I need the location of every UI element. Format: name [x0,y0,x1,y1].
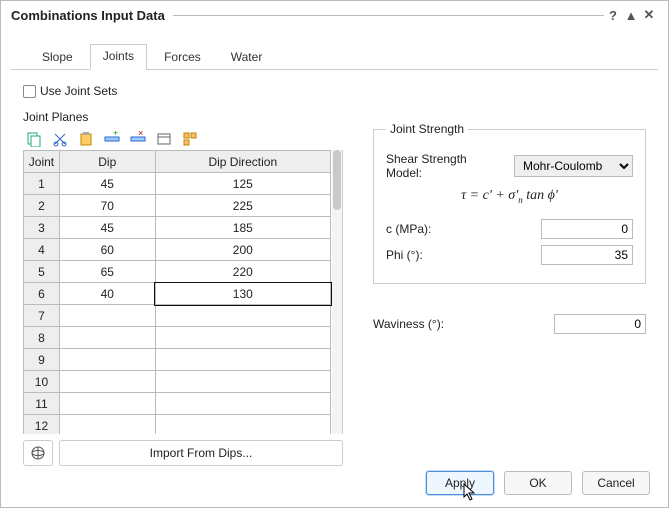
table-row[interactable]: 12 [24,415,331,435]
joint-planes-grid[interactable]: Joint Dip Dip Direction 1451252702253451… [23,150,343,434]
phi-input[interactable] [541,245,633,265]
cell-dip[interactable] [59,371,155,393]
cell-dip[interactable]: 45 [59,217,155,239]
paste-icon[interactable] [77,130,95,148]
cell-dip[interactable]: 65 [59,261,155,283]
table-row[interactable]: 270225 [24,195,331,217]
cell-dip-direction[interactable] [155,371,330,393]
table-row[interactable]: 10 [24,371,331,393]
tab-bar: Slope Joints Forces Water [11,25,658,70]
delete-row-icon[interactable]: × [129,130,147,148]
cell-dip-direction[interactable]: 185 [155,217,330,239]
table-row[interactable]: 9 [24,349,331,371]
table-row[interactable]: 565220 [24,261,331,283]
cell-dip[interactable] [59,327,155,349]
grid-toolbar: + × [23,128,343,150]
table-row[interactable]: 145125 [24,173,331,195]
svg-text:×: × [138,131,143,138]
row-header[interactable]: 10 [24,371,60,393]
row-header[interactable]: 12 [24,415,60,435]
row-header[interactable]: 6 [24,283,60,305]
cell-dip[interactable] [59,305,155,327]
joint-strength-legend: Joint Strength [386,122,468,136]
row-header[interactable]: 9 [24,349,60,371]
table-row[interactable]: 640130 [24,283,331,305]
insert-row-icon[interactable]: + [103,130,121,148]
dialog-buttons: Apply OK Cancel [426,471,650,495]
batch-icon[interactable] [181,130,199,148]
cell-dip-direction[interactable] [155,349,330,371]
dips-icon-button[interactable] [23,440,53,466]
tab-slope[interactable]: Slope [29,45,86,70]
cut-icon[interactable] [51,130,69,148]
waviness-label: Waviness (°): [373,317,546,331]
tab-forces[interactable]: Forces [151,45,214,70]
row-header[interactable]: 4 [24,239,60,261]
row-header[interactable]: 7 [24,305,60,327]
title-bar: Combinations Input Data ? ▲ ✕ [1,1,668,25]
cell-dip-direction[interactable] [155,327,330,349]
cell-dip-direction[interactable] [155,415,330,435]
joint-planes-label: Joint Planes [23,110,343,124]
use-joint-sets-checkbox[interactable]: Use Joint Sets [23,84,343,98]
apply-button[interactable]: Apply [426,471,494,495]
window-title: Combinations Input Data [11,8,173,23]
window-icon[interactable] [155,130,173,148]
row-header[interactable]: 8 [24,327,60,349]
table-row[interactable]: 11 [24,393,331,415]
cell-dip-direction[interactable] [155,393,330,415]
checkbox-box-icon [23,85,36,98]
title-rule [173,15,604,16]
tab-joints[interactable]: Joints [90,44,147,70]
table-row[interactable]: 345185 [24,217,331,239]
row-header[interactable]: 1 [24,173,60,195]
grid-header-dip[interactable]: Dip [59,151,155,173]
import-from-dips-button[interactable]: Import From Dips... [59,440,343,466]
grid-scrollbar[interactable] [332,150,342,434]
phi-label: Phi (°): [386,248,533,262]
row-header[interactable]: 5 [24,261,60,283]
cell-dip-direction[interactable]: 130 [155,283,330,305]
cell-dip[interactable] [59,349,155,371]
cell-dip[interactable]: 45 [59,173,155,195]
c-input[interactable] [541,219,633,239]
use-joint-sets-label: Use Joint Sets [40,84,117,98]
cell-dip-direction[interactable]: 200 [155,239,330,261]
tab-water[interactable]: Water [218,45,276,70]
ok-button[interactable]: OK [504,471,572,495]
cell-dip[interactable]: 70 [59,195,155,217]
cell-dip-direction[interactable]: 125 [155,173,330,195]
cell-dip-direction[interactable]: 220 [155,261,330,283]
cell-dip[interactable] [59,415,155,435]
cell-dip-direction[interactable] [155,305,330,327]
globe-icon [30,445,46,461]
grid-header-dip-direction[interactable]: Dip Direction [155,151,330,173]
table-row[interactable]: 460200 [24,239,331,261]
c-label: c (MPa): [386,222,533,236]
svg-text:+: + [113,131,118,138]
help-button[interactable]: ? [604,8,622,23]
table-row[interactable]: 8 [24,327,331,349]
collapse-button[interactable]: ▲ [622,8,640,23]
cell-dip[interactable]: 40 [59,283,155,305]
shear-model-select[interactable]: Mohr-Coulomb [514,155,633,177]
waviness-input[interactable] [554,314,646,334]
grid-header-row[interactable]: Joint [24,151,60,173]
row-header[interactable]: 3 [24,217,60,239]
cell-dip-direction[interactable]: 225 [155,195,330,217]
shear-model-label: Shear Strength Model: [386,152,506,180]
joint-strength-group: Joint Strength Shear Strength Model: Moh… [373,122,646,284]
cell-dip[interactable] [59,393,155,415]
copy-icon[interactable] [25,130,43,148]
cell-dip[interactable]: 60 [59,239,155,261]
apply-button-label: Apply [445,476,475,490]
table-row[interactable]: 7 [24,305,331,327]
cancel-button[interactable]: Cancel [582,471,650,495]
row-header[interactable]: 11 [24,393,60,415]
strength-formula: τ = c' + σ'n tan ϕ' [386,188,633,205]
row-header[interactable]: 2 [24,195,60,217]
scrollbar-thumb[interactable] [333,150,341,210]
close-button[interactable]: ✕ [640,7,658,23]
